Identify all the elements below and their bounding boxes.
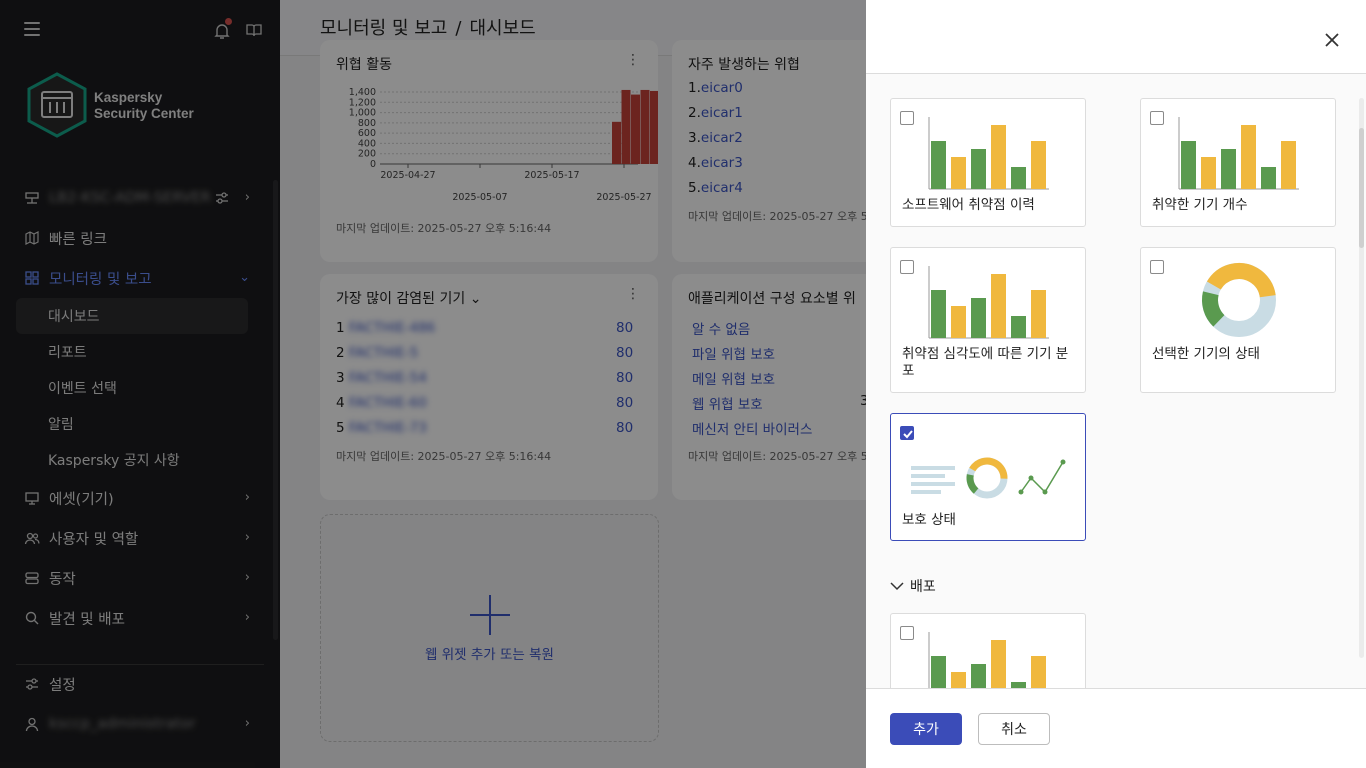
bar-chart-icon xyxy=(928,632,1046,688)
widget-tile-selected-device-status[interactable]: 선택한 기기의 상태 xyxy=(1140,247,1336,393)
drawer-footer: 추가 취소 xyxy=(866,688,1366,768)
widget-tile-vulnerable-device-count[interactable]: 취약한 기기 개수 xyxy=(1140,98,1336,227)
widget-checkbox[interactable] xyxy=(1150,260,1164,274)
section-toggle-deployment[interactable]: 배포 xyxy=(890,576,936,596)
widget-tile-software-vulnerability-history[interactable]: 소프트웨어 취약점 이력 xyxy=(890,98,1086,227)
bar-chart-icon xyxy=(928,117,1049,190)
checkmark-icon xyxy=(903,430,913,439)
bar-chart-icon xyxy=(928,266,1049,339)
section-title: 배포 xyxy=(910,579,936,595)
widget-tile-device-distribution-by-severity[interactable]: 취약점 심각도에 따른 기기 분포 xyxy=(890,247,1086,393)
close-icon[interactable] xyxy=(1324,32,1340,48)
chevron-down-icon xyxy=(890,582,904,591)
widget-tile-label: 소프트웨어 취약점 이력 xyxy=(902,197,1035,213)
bar-chart-icon xyxy=(1178,117,1299,190)
drawer-scrollbar[interactable] xyxy=(1359,98,1364,658)
drawer-scrollbar-thumb[interactable] xyxy=(1359,128,1364,248)
widget-tile-label: 선택한 기기의 상태 xyxy=(1152,346,1260,362)
widget-checkbox[interactable] xyxy=(900,111,914,125)
widget-tile-label: 보호 상태 xyxy=(902,512,956,528)
cancel-button[interactable]: 취소 xyxy=(978,713,1050,745)
add-button[interactable]: 추가 xyxy=(890,713,962,745)
widget-tile-protection-status[interactable]: 보호 상태 xyxy=(890,413,1086,541)
drawer-body: 소프트웨어 취약점 이력 취약한 기기 개수 취약점 심각도에 따른 기기 분포 xyxy=(866,74,1366,688)
widget-tile-label: 취약점 심각도에 따른 기기 분포 xyxy=(902,346,1069,379)
donut-chart-icon xyxy=(1202,263,1276,337)
protection-status-preview-icon xyxy=(911,457,1066,499)
widget-checkbox[interactable] xyxy=(1150,111,1164,125)
drawer-header xyxy=(866,0,1366,74)
widget-tile-deployment[interactable] xyxy=(890,613,1086,688)
modal-overlay[interactable] xyxy=(0,0,866,768)
widget-checkbox[interactable] xyxy=(900,260,914,274)
widget-checkbox[interactable] xyxy=(900,626,914,640)
widget-checkbox-checked[interactable] xyxy=(900,426,914,440)
add-widget-drawer: 소프트웨어 취약점 이력 취약한 기기 개수 취약점 심각도에 따른 기기 분포 xyxy=(866,0,1366,768)
widget-tile-label: 취약한 기기 개수 xyxy=(1152,197,1248,213)
